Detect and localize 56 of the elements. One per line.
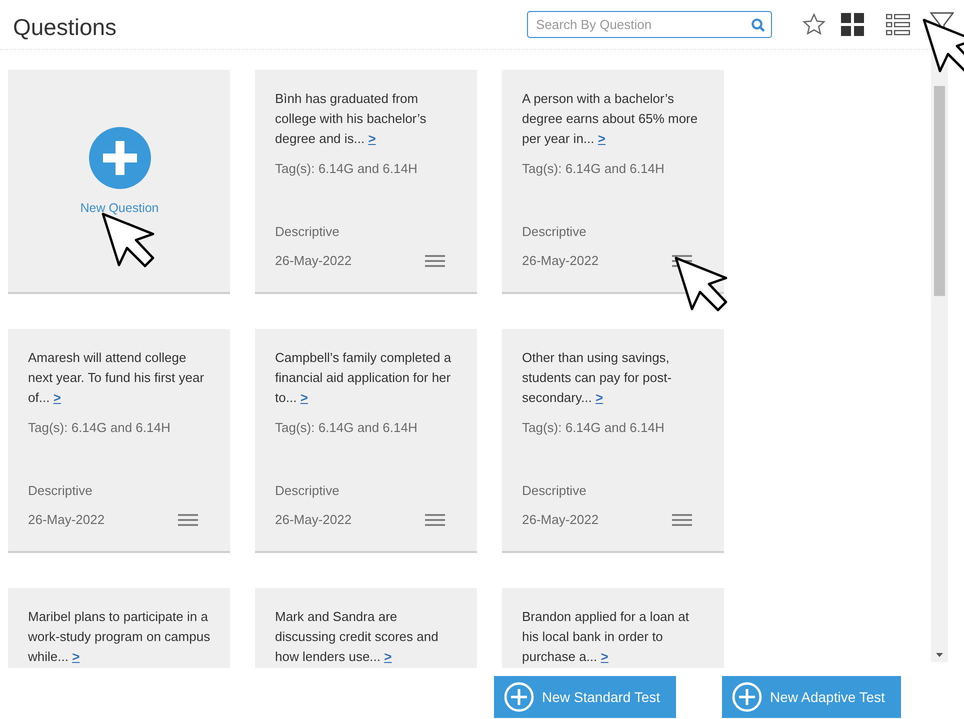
tags-text: Tag(s): 6.14G and 6.14H <box>28 419 172 437</box>
question-type: Descriptive <box>28 482 92 500</box>
page-title: Questions <box>13 12 117 42</box>
question-text: Other than using savings, students can pay for post-secondary... > <box>522 349 673 407</box>
add-icon <box>504 682 534 712</box>
new-test-button[interactable]: New Standard Test <box>494 676 676 718</box>
search-icon[interactable] <box>751 18 765 32</box>
date-text: 26-May-2022 <box>522 511 599 529</box>
more-link[interactable]: > <box>368 131 376 146</box>
tags-text: Tag(s): 6.14G and 6.14H <box>275 160 418 178</box>
more-link[interactable]: > <box>72 649 80 664</box>
date-text: 26-May-2022 <box>275 252 352 270</box>
date-text: 26-May-2022 <box>28 511 105 529</box>
add-icon <box>732 682 762 712</box>
tags-text: Tag(s): 6.14G and 6.14H <box>522 419 666 437</box>
question-type: Descriptive <box>522 482 586 500</box>
pointer-icon <box>674 256 728 312</box>
tags-text: Tag(s): 6.14G and 6.14H <box>275 419 418 437</box>
pointer-icon <box>922 18 964 74</box>
scrollbar-thumb[interactable] <box>934 86 945 296</box>
question-text: Campbell’s family completed a financial aid application for her to... > <box>275 349 452 407</box>
question-card[interactable]: Maribel plans to participate in a work-study program on campus while... > <box>8 588 230 668</box>
question-type: Descriptive <box>275 482 340 500</box>
question-text: Brandon applied for a loan at his local bank in order to purchase a... > <box>522 608 690 666</box>
question-text: Bình has graduated from college with his bachelor’s degree and is... > <box>275 90 428 148</box>
new-test-button[interactable]: New Adaptive Test <box>722 676 901 718</box>
more-link[interactable]: > <box>53 390 61 405</box>
question-card[interactable]: A person with a bachelor’s degree earns about 65% more per year in... > Tag(s): 6.14G and 6.14H Descriptive 26-May-2022 <box>502 70 724 294</box>
question-text: Maribel plans to participate in a work-study program on campus while... > <box>28 608 211 666</box>
question-type: Descriptive <box>275 223 340 241</box>
question-text: A person with a bachelor’s degree earns about 65% more per year in... > <box>522 90 699 148</box>
new-question-link[interactable]: New Question <box>80 198 159 218</box>
question-text: Amaresh will attend college next year. To fund his first year of... > <box>28 349 206 407</box>
tags-text: Tag(s): 6.14G and 6.14H <box>522 160 666 178</box>
grid-view-icon[interactable] <box>841 13 864 36</box>
add-icon[interactable] <box>88 126 152 190</box>
question-card[interactable]: Brandon applied for a loan at his local bank in order to purchase a... > <box>502 588 724 668</box>
scroll-down-icon[interactable] <box>935 652 944 658</box>
list-view-icon[interactable] <box>886 14 910 36</box>
more-link[interactable]: > <box>595 390 604 405</box>
question-card[interactable]: Campbell’s family completed a financial aid application for her to... > Tag(s): 6.14G and 6.14H Descriptive 26-May-2022 <box>255 329 477 553</box>
more-link[interactable]: > <box>300 390 308 405</box>
more-link[interactable]: > <box>384 649 392 664</box>
date-text: 26-May-2022 <box>275 511 352 529</box>
question-card[interactable]: Bình has graduated from college with his bachelor’s degree and is... > Tag(s): 6.14G and 6.14H Descriptive 26-May-2022 <box>255 70 477 294</box>
date-text: 26-May-2022 <box>522 252 599 270</box>
scrollbar[interactable] <box>931 50 948 662</box>
question-card[interactable]: Other than using savings, students can pay for post-secondary... > Tag(s): 6.14G and 6.14H Descriptive 26-May-2022 <box>502 329 724 553</box>
more-link[interactable]: > <box>600 649 608 664</box>
question-text: Mark and Sandra are discussing credit scores and how lenders use... > <box>275 608 440 666</box>
more-link[interactable]: > <box>598 131 606 146</box>
question-card[interactable]: Amaresh will attend college next year. To fund his first year of... > Tag(s): 6.14G and 6.14H Descriptive 26-May-2022 <box>8 329 230 553</box>
question-type: Descriptive <box>522 223 586 241</box>
star-icon[interactable] <box>802 13 826 36</box>
question-card[interactable]: Mark and Sandra are discussing credit scores and how lenders use... > <box>255 588 477 668</box>
search-field[interactable]: Search By Question <box>527 11 772 38</box>
